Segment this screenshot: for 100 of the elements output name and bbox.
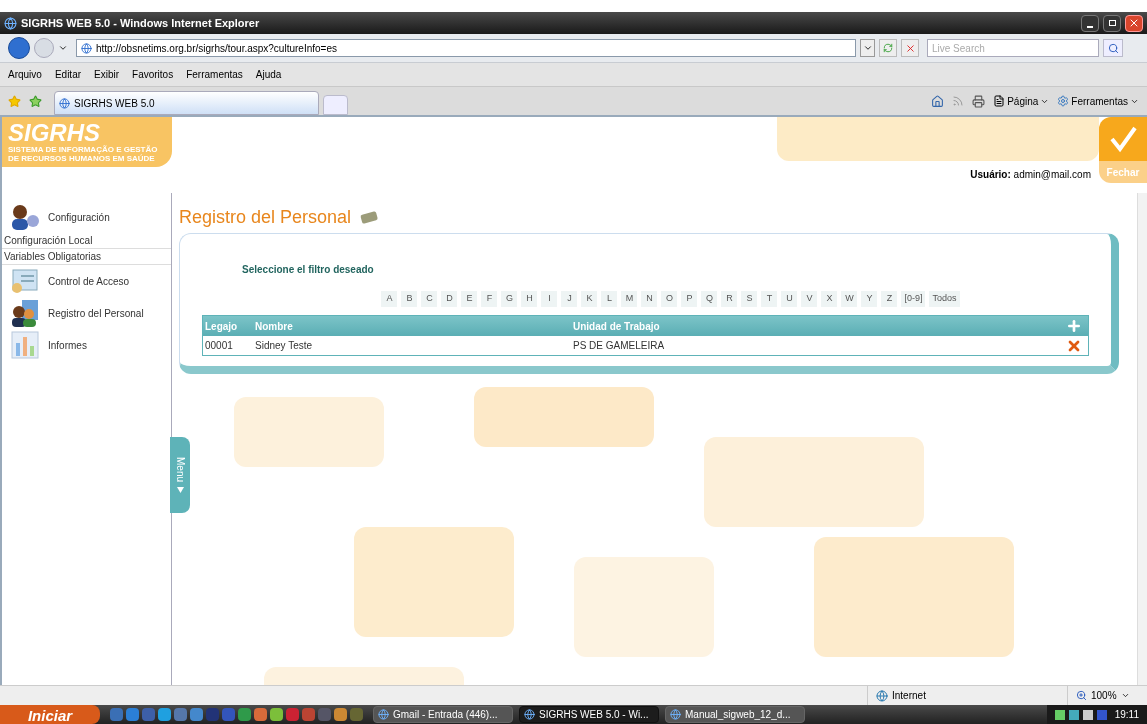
sidebar-item[interactable]: Control de Acceso [48, 273, 130, 289]
quick-launch-icon[interactable] [126, 708, 139, 721]
filter-link[interactable]: X [821, 291, 838, 307]
taskbar-task[interactable]: Manual_sigweb_12_d... [665, 706, 805, 723]
filter-link[interactable]: E [461, 291, 478, 307]
filter-link[interactable]: U [781, 291, 798, 307]
quick-launch-icon[interactable] [158, 708, 171, 721]
filter-link[interactable]: M [621, 291, 638, 307]
filter-link[interactable]: F [481, 291, 498, 307]
quick-launch-icon[interactable] [222, 708, 235, 721]
sidebar-item[interactable]: Registro del Personal [48, 305, 144, 321]
add-favorite-icon[interactable] [29, 94, 42, 108]
filter-link[interactable]: Z [881, 291, 898, 307]
new-tab-button[interactable] [323, 95, 348, 115]
taskbar-task[interactable]: Gmail - Entrada (446)... [373, 706, 513, 723]
quick-launch-icon[interactable] [254, 708, 267, 721]
url-text: http://obsnetims.org.br/sigrhs/tour.aspx?cultureInfo=es [96, 41, 337, 56]
id-card-icon [11, 267, 39, 295]
filter-link[interactable]: Y [861, 291, 878, 307]
restore-button[interactable] [1103, 14, 1121, 32]
quick-launch-icon[interactable] [142, 708, 155, 721]
caret-icon [862, 43, 873, 53]
filter-link[interactable]: C [421, 291, 438, 307]
filter-prompt: Seleccione el filtro deseado [242, 263, 375, 277]
filter-link[interactable]: P [681, 291, 698, 307]
add-icon[interactable] [1066, 318, 1082, 334]
quick-launch-icon[interactable] [334, 708, 347, 721]
menu-item[interactable]: Editar [54, 67, 82, 82]
home-icon[interactable] [931, 94, 945, 108]
search-button[interactable] [1103, 39, 1123, 57]
taskbar-task[interactable]: SIGRHS WEB 5.0 - Wi... [519, 706, 659, 723]
quick-launch-icon[interactable] [286, 708, 299, 721]
filter-link[interactable]: S [741, 291, 758, 307]
menu-item[interactable]: Ajuda [255, 67, 282, 82]
menu-item[interactable]: Exibir [94, 67, 120, 82]
sidebar-subitem[interactable]: Variables Obligatorias [2, 249, 171, 265]
quick-launch-icon[interactable] [302, 708, 315, 721]
minimize-button[interactable] [1081, 14, 1099, 32]
zoom-icon [1076, 690, 1087, 701]
chart-icon [11, 331, 39, 359]
filter-link[interactable]: I [541, 291, 558, 307]
filter-link[interactable]: Q [701, 291, 718, 307]
favorites-star-icon[interactable] [8, 94, 21, 108]
close-icon [1128, 17, 1140, 29]
filter-link[interactable]: L [601, 291, 618, 307]
filter-link[interactable]: O [661, 291, 678, 307]
feed-icon[interactable] [952, 95, 965, 107]
address-dropdown-button[interactable] [860, 39, 875, 57]
filter-link[interactable]: B [401, 291, 418, 307]
start-button[interactable]: Iniciar [0, 705, 100, 724]
back-button[interactable] [8, 37, 30, 59]
table-cell-text: PS DE GAMELEIRA [573, 339, 666, 353]
menu-item[interactable]: Ferramentas [186, 67, 243, 82]
filter-link[interactable]: R [721, 291, 738, 307]
volume-icon [1082, 709, 1093, 720]
filter-link[interactable]: V [801, 291, 818, 307]
filter-link[interactable]: N [641, 291, 658, 307]
filter-link[interactable]: K [581, 291, 598, 307]
quick-launch-icon[interactable] [110, 708, 123, 721]
browser-tab[interactable]: SIGRHS WEB 5.0 [54, 91, 319, 115]
search-field[interactable]: Live Search [927, 39, 1099, 57]
page-globe-icon [81, 42, 92, 54]
security-zone: Internet [892, 689, 926, 703]
quick-launch-icon[interactable] [350, 708, 363, 721]
filter-link[interactable]: D [441, 291, 458, 307]
tools-menu-button[interactable]: Ferramentas [1057, 93, 1139, 109]
sidebar-item[interactable]: Informes [48, 337, 87, 353]
menu-item[interactable]: Favoritos [132, 67, 174, 82]
tab-title: SIGRHS WEB 5.0 [74, 96, 155, 111]
sidebar-subitem[interactable]: Configuración Local [2, 233, 171, 249]
filter-link[interactable]: Todos [929, 291, 960, 307]
filter-link[interactable]: T [761, 291, 778, 307]
table-cell-text: Sidney Teste [255, 339, 314, 353]
address-field[interactable]: http://obsnetims.org.br/sigrhs/tour.aspx?cultureInfo=es [76, 39, 856, 57]
quick-launch-icon[interactable] [190, 708, 203, 721]
globe-icon [876, 689, 888, 702]
print-icon[interactable] [972, 94, 986, 108]
scrollbar[interactable] [1137, 193, 1147, 685]
filter-link[interactable]: [0-9] [901, 291, 926, 307]
filter-link[interactable]: A [381, 291, 398, 307]
close-button[interactable] [1125, 14, 1143, 32]
dropdown-icon[interactable] [58, 43, 68, 53]
search-icon [1107, 42, 1119, 54]
table-cell-text: 00001 [205, 339, 234, 353]
refresh-button[interactable] [879, 39, 897, 57]
signal-icon [1054, 709, 1065, 720]
filter-link[interactable]: G [501, 291, 518, 307]
page-menu-button[interactable]: Página [993, 93, 1050, 109]
tray-icon [1096, 709, 1107, 720]
quick-launch-icon[interactable] [238, 708, 251, 721]
filter-link[interactable]: J [561, 291, 578, 307]
sidebar-item[interactable]: Configuración [48, 209, 110, 225]
filter-link[interactable]: H [521, 291, 538, 307]
menu-item[interactable]: Arquivo [8, 67, 42, 82]
page-icon [993, 95, 1006, 107]
stop-button[interactable] [901, 39, 919, 57]
quick-launch-icon[interactable] [270, 708, 283, 721]
filter-link[interactable]: W [841, 291, 858, 307]
page-title: Registro del Personal [179, 205, 352, 229]
quick-launch-icon[interactable] [174, 708, 187, 721]
